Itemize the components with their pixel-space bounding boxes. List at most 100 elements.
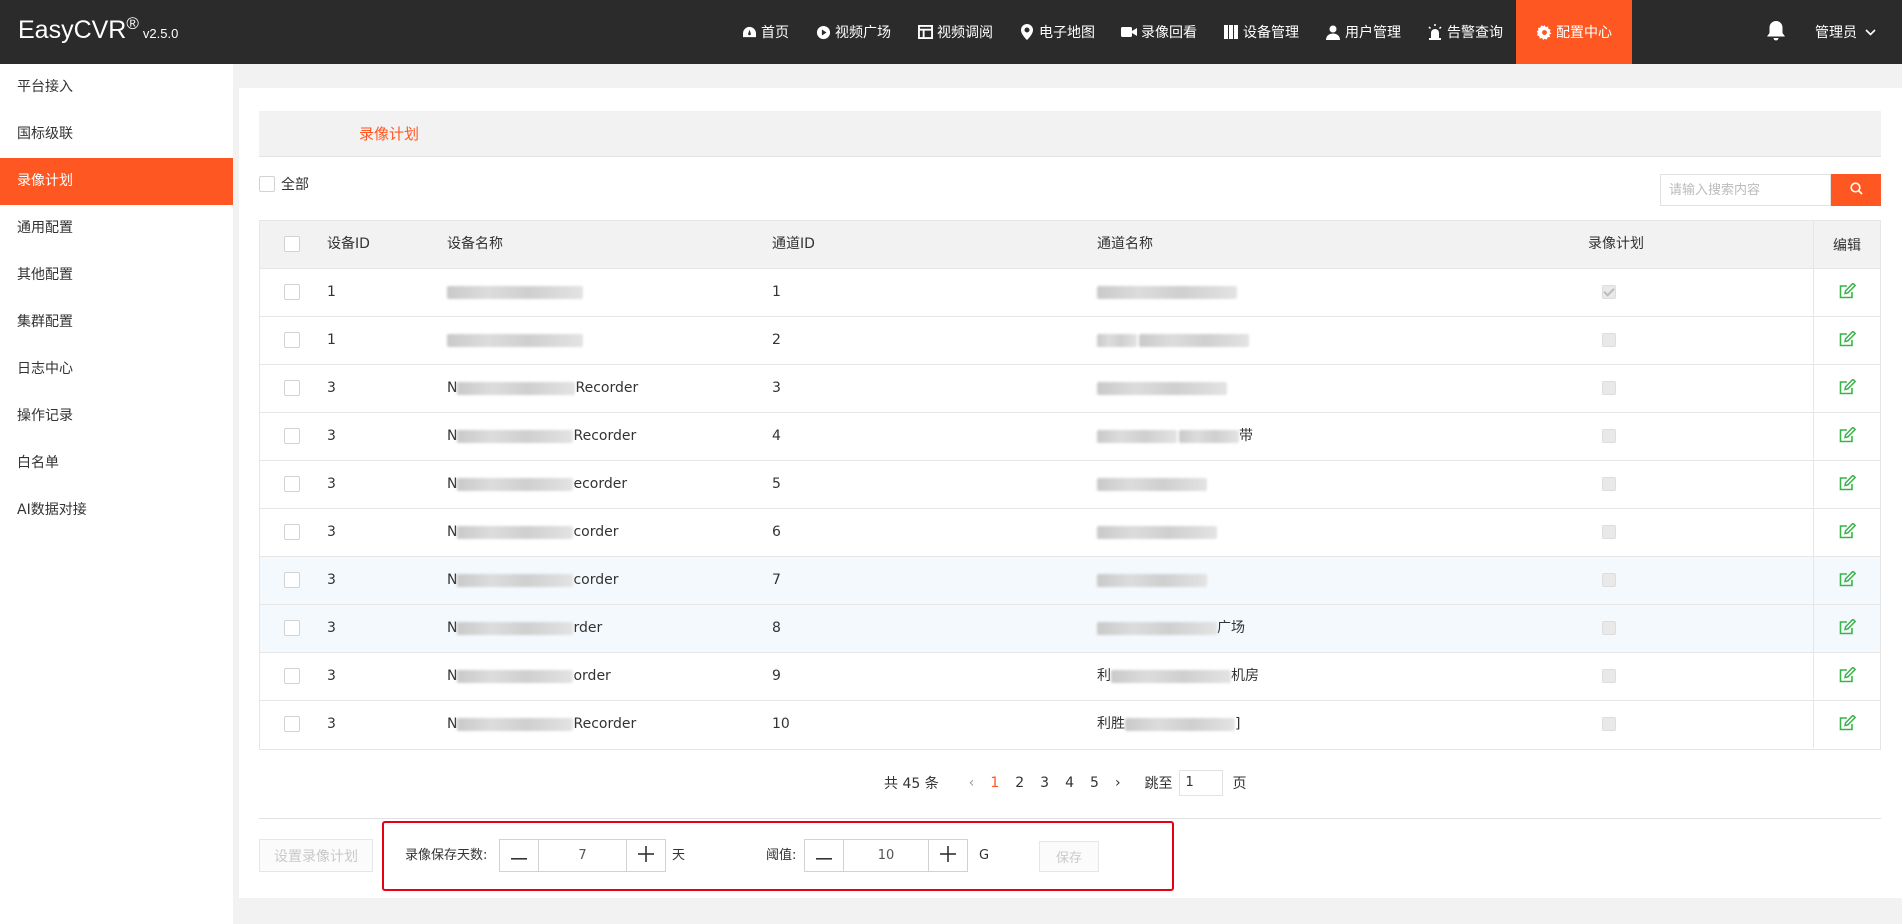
header-record-plan[interactable]: 录像计划 <box>1588 221 1644 268</box>
record-plan-checkbox <box>1602 525 1616 539</box>
nav-label: 用户管理 <box>1345 25 1401 41</box>
header-checkbox[interactable] <box>284 236 300 252</box>
search-input[interactable] <box>1660 174 1831 206</box>
row-checkbox[interactable] <box>284 332 300 348</box>
sidebar-item-whitelist[interactable]: 白名单 <box>0 440 233 487</box>
edit-icon[interactable] <box>1839 569 1856 591</box>
nav-item-user-management[interactable]: 用户管理 <box>1312 0 1414 64</box>
table-row[interactable]: 3 Necorder 5 <box>260 461 1880 509</box>
sidebar-item-cluster-config[interactable]: 集群配置 <box>0 299 233 346</box>
table-row[interactable]: 3 N Recorder 10 利胜] <box>260 701 1880 749</box>
row-checkbox[interactable] <box>284 380 300 396</box>
page-2[interactable]: 2 <box>1015 775 1024 791</box>
edit-cell <box>1813 509 1880 556</box>
header-channel-id[interactable]: 通道ID <box>772 221 815 268</box>
save-button[interactable]: 保存 <box>1039 841 1099 872</box>
edit-icon[interactable] <box>1839 377 1856 399</box>
table-row[interactable]: 3 N Recorder 3 <box>260 365 1880 413</box>
device-name-prefix: N <box>447 524 458 540</box>
page-3[interactable]: 3 <box>1040 775 1049 791</box>
row-checkbox[interactable] <box>284 716 300 732</box>
nav-item-playback[interactable]: 录像回看 <box>1108 0 1210 64</box>
edit-cell <box>1813 317 1880 364</box>
header-device-id[interactable]: 设备ID <box>327 221 370 268</box>
nav-item-video-view[interactable]: 视频调阅 <box>904 0 1006 64</box>
nav-item-home[interactable]: 首页 <box>728 0 802 64</box>
increment-button[interactable] <box>929 840 967 871</box>
row-checkbox-cell <box>284 380 300 396</box>
prev-page-icon[interactable]: ‹ <box>969 775 975 791</box>
set-record-plan-button[interactable]: 设置录像计划 <box>259 839 373 872</box>
channel-id: 1 <box>772 284 781 300</box>
app-logo[interactable]: EasyCVR®v2.5.0 <box>18 14 178 45</box>
edit-icon[interactable] <box>1839 281 1856 303</box>
record-plan-checkbox <box>1602 477 1616 491</box>
row-checkbox-cell <box>284 716 300 732</box>
table-row[interactable]: 3 Ncorder 7 <box>260 557 1880 605</box>
nav-item-video-square[interactable]: 视频广场 <box>802 0 904 64</box>
table-row[interactable]: 12 <box>260 317 1880 365</box>
table-row[interactable]: 3 Norder 9 利 机房 <box>260 653 1880 701</box>
nav-item-alarm-query[interactable]: 告警查询 <box>1414 0 1516 64</box>
header-device-name[interactable]: 设备名称 <box>447 221 503 268</box>
channel-name-prefix: 利胜 <box>1097 716 1125 732</box>
next-page-icon[interactable]: › <box>1115 775 1121 791</box>
table-row[interactable]: 3 Ncorder 6 <box>260 509 1880 557</box>
table-row[interactable]: 3 Nrder 8 广场 <box>260 605 1880 653</box>
row-checkbox[interactable] <box>284 284 300 300</box>
record-plan-cell <box>1602 333 1616 347</box>
tab-bar: 录像计划 <box>259 111 1881 157</box>
increment-button[interactable] <box>627 840 665 871</box>
row-checkbox[interactable] <box>284 428 300 444</box>
decrement-button[interactable] <box>805 840 843 871</box>
record-plan-checkbox <box>1602 285 1616 299</box>
edit-icon[interactable] <box>1839 473 1856 495</box>
select-all-filter[interactable]: 全部 <box>259 174 309 194</box>
nav-item-device-management[interactable]: 设备管理 <box>1210 0 1312 64</box>
decrement-button[interactable] <box>500 840 538 871</box>
jump-page-input[interactable]: 1 <box>1178 770 1223 796</box>
sidebar-item-log-center[interactable]: 日志中心 <box>0 346 233 393</box>
page-5[interactable]: 5 <box>1090 775 1099 791</box>
table-row[interactable]: 11 <box>260 269 1880 317</box>
row-checkbox-cell <box>284 284 300 300</box>
header-channel-name[interactable]: 通道名称 <box>1097 221 1153 268</box>
row-checkbox[interactable] <box>284 620 300 636</box>
nav-item-config-center[interactable]: 配置中心 <box>1516 0 1632 64</box>
edit-icon[interactable] <box>1839 425 1856 447</box>
nav-item-map[interactable]: 电子地图 <box>1006 0 1108 64</box>
edit-icon[interactable] <box>1839 713 1856 735</box>
row-checkbox[interactable] <box>284 476 300 492</box>
page-4[interactable]: 4 <box>1065 775 1074 791</box>
threshold-value[interactable]: 10 <box>843 840 929 871</box>
sidebar-item-operation-records[interactable]: 操作记录 <box>0 393 233 440</box>
row-checkbox[interactable] <box>284 524 300 540</box>
edit-icon[interactable] <box>1839 521 1856 543</box>
select-all-checkbox[interactable] <box>259 176 275 192</box>
redacted-text <box>1111 669 1231 683</box>
retention-days-value[interactable]: 7 <box>538 840 627 871</box>
table-row[interactable]: 3 N Recorder 4 带 <box>260 413 1880 461</box>
device-name-prefix: N <box>447 572 458 588</box>
channel-name <box>1097 461 1207 508</box>
row-checkbox-cell <box>284 428 300 444</box>
channel-name-suffix: ] <box>1235 716 1241 732</box>
search-button[interactable] <box>1831 174 1881 206</box>
edit-icon[interactable] <box>1839 329 1856 351</box>
sidebar-item-record-plan[interactable]: 录像计划 <box>0 158 233 205</box>
edit-icon[interactable] <box>1839 617 1856 639</box>
sidebar-item-platform-access[interactable]: 平台接入 <box>0 64 233 111</box>
record-plan-checkbox <box>1602 669 1616 683</box>
sidebar-item-general-config[interactable]: 通用配置 <box>0 205 233 252</box>
sidebar-item-ai-data[interactable]: AI数据对接 <box>0 487 233 534</box>
bell-icon[interactable] <box>1766 20 1788 44</box>
row-checkbox[interactable] <box>284 572 300 588</box>
page-1[interactable]: 1 <box>990 775 999 791</box>
sidebar-item-gb-cascade[interactable]: 国标级联 <box>0 111 233 158</box>
row-checkbox[interactable] <box>284 668 300 684</box>
edit-icon[interactable] <box>1839 665 1856 687</box>
sidebar-item-other-config[interactable]: 其他配置 <box>0 252 233 299</box>
user-menu[interactable]: 管理员 <box>1815 0 1876 64</box>
device-id: 3 <box>327 668 336 684</box>
tab-record-plan[interactable]: 录像计划 <box>359 111 419 157</box>
